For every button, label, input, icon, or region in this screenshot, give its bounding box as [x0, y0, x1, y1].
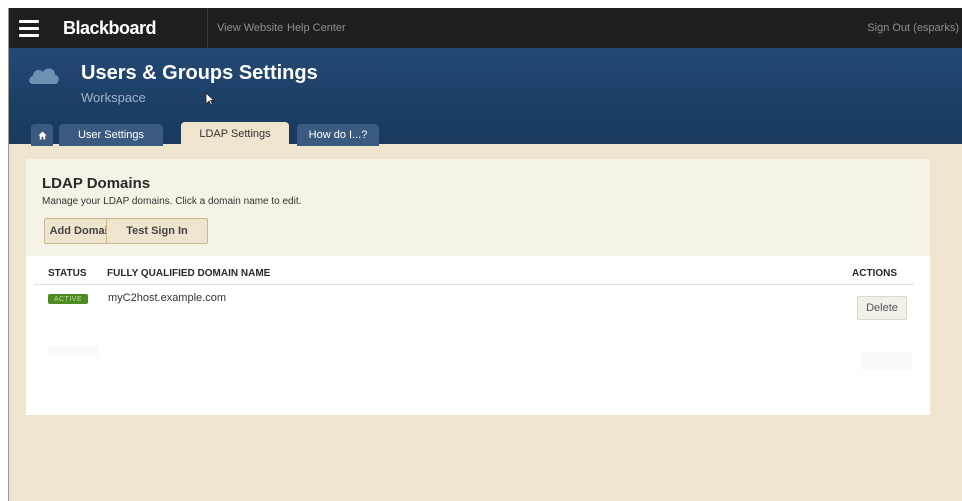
header-divider [34, 284, 914, 285]
placeholder-action [860, 352, 912, 370]
tab-bar: User Settings LDAP Settings How do I...? [9, 122, 962, 146]
cloud-icon [29, 68, 59, 84]
top-bar: Blackboard View Website Help Center Sign… [9, 8, 962, 48]
hamburger-menu-icon[interactable] [19, 20, 39, 37]
tab-ldap-settings[interactable]: LDAP Settings [181, 122, 289, 146]
empty-row-placeholder [34, 346, 914, 370]
page-header: Users & Groups Settings Workspace User S… [9, 48, 962, 146]
status-badge: ACTIVE [48, 294, 88, 304]
placeholder-cell [48, 346, 98, 356]
delete-button[interactable]: Delete [857, 296, 907, 320]
mouse-cursor-icon [205, 92, 215, 106]
blackboard-logo[interactable]: Blackboard [63, 18, 157, 39]
app-frame: Blackboard View Website Help Center Sign… [8, 8, 962, 501]
sign-out-link[interactable]: Sign Out (esparks) [867, 22, 959, 34]
column-header-status: STATUS [48, 268, 87, 279]
column-header-actions: ACTIONS [852, 268, 897, 279]
help-center-link[interactable]: Help Center [287, 22, 346, 34]
domains-table: STATUS FULLY QUALIFIED DOMAIN NAME ACTIO… [26, 256, 930, 415]
topbar-divider [207, 8, 208, 48]
home-icon [37, 130, 47, 140]
view-website-link[interactable]: View Website [217, 22, 283, 34]
tab-user-settings[interactable]: User Settings [59, 124, 163, 146]
ldap-domains-panel: LDAP Domains Manage your LDAP domains. C… [26, 159, 930, 415]
panel-description: Manage your LDAP domains. Click a domain… [42, 196, 302, 207]
panel-title: LDAP Domains [42, 175, 151, 192]
tab-how-do-i[interactable]: How do I...? [297, 124, 379, 146]
tab-home[interactable] [31, 124, 53, 146]
domain-name-link[interactable]: myC2host.example.com [108, 292, 226, 304]
page-title: Users & Groups Settings [81, 62, 318, 84]
test-sign-in-button[interactable]: Test Sign In [106, 218, 208, 244]
column-header-domain-name: FULLY QUALIFIED DOMAIN NAME [107, 268, 271, 279]
page-subtitle: Workspace [81, 90, 146, 105]
